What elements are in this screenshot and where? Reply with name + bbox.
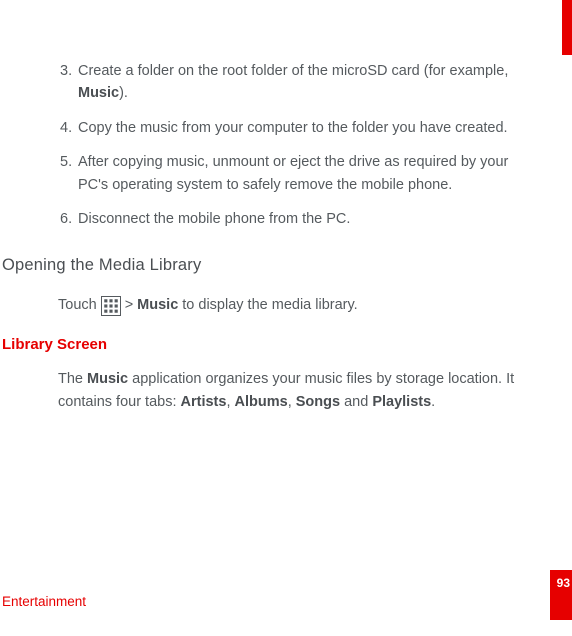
heading-opening-media-library: Opening the Media Library: [0, 253, 550, 279]
library-screen-paragraph: The Music application organizes your mus…: [0, 368, 550, 413]
step-text: Copy the music from your computer to the…: [78, 117, 550, 139]
step-text: After copying music, unmount or eject th…: [78, 151, 550, 196]
bold: Playlists: [372, 394, 431, 410]
breadcrumb-separator: >: [125, 294, 133, 316]
text: .: [431, 394, 435, 410]
accent-strip-top: [562, 0, 572, 55]
text: Create a folder on the root folder of th…: [78, 63, 508, 79]
step-number: 6.: [60, 208, 78, 230]
footer-section-label: Entertainment: [2, 592, 86, 613]
text: After copying music, unmount or eject th…: [78, 154, 508, 192]
text: ,: [226, 394, 234, 410]
step-number: 5.: [60, 151, 78, 196]
step-4: 4. Copy the music from your computer to …: [60, 117, 550, 139]
step-list: 3. Create a folder on the root folder of…: [0, 60, 550, 231]
step-text: Create a folder on the root folder of th…: [78, 60, 550, 105]
bold: Songs: [296, 394, 340, 410]
bold: Music: [137, 294, 178, 316]
bold: Artists: [181, 394, 227, 410]
step-5: 5. After copying music, unmount or eject…: [60, 151, 550, 196]
touch-instruction: Touch > Music to display the media libra…: [0, 294, 550, 316]
text: to display the media library.: [182, 294, 357, 316]
text: Touch: [58, 294, 97, 316]
text: The: [58, 371, 87, 387]
bold: Albums: [235, 394, 288, 410]
step-number: 3.: [60, 60, 78, 105]
text: and: [340, 394, 372, 410]
text: ,: [288, 394, 296, 410]
text: Disconnect the mobile phone from the PC.: [78, 211, 350, 227]
subheading-library-screen: Library Screen: [2, 333, 550, 356]
apps-grid-icon: [101, 296, 121, 316]
step-6: 6. Disconnect the mobile phone from the …: [60, 208, 550, 230]
text: Copy the music from your computer to the…: [78, 120, 508, 136]
bold: Music: [78, 85, 119, 101]
page-number: 93: [557, 574, 570, 593]
bold: Music: [87, 371, 128, 387]
page: 3. Create a folder on the root folder of…: [0, 0, 572, 636]
step-3: 3. Create a folder on the root folder of…: [60, 60, 550, 105]
text: ).: [119, 85, 128, 101]
step-number: 4.: [60, 117, 78, 139]
step-text: Disconnect the mobile phone from the PC.: [78, 208, 550, 230]
